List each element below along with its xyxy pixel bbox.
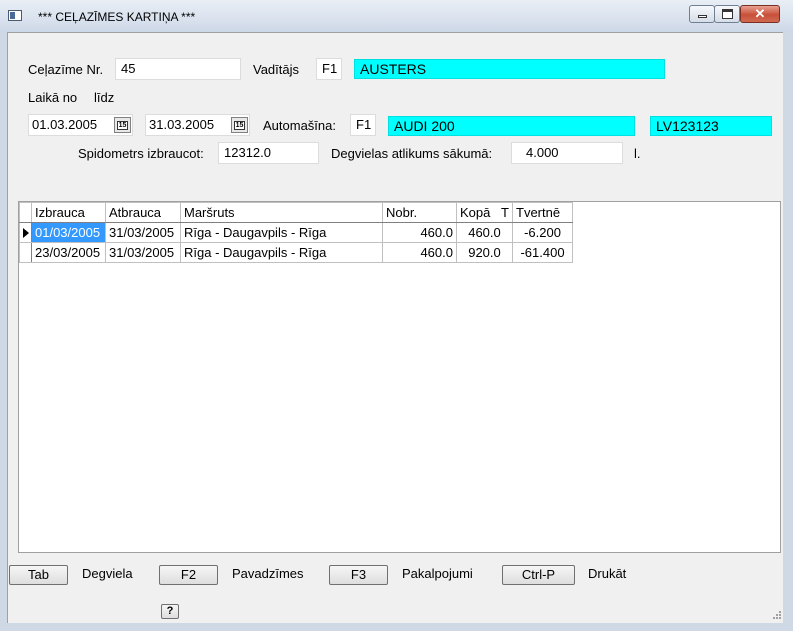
maximize-button[interactable] bbox=[714, 5, 740, 23]
column-header-atbrauca[interactable]: Atbrauca bbox=[105, 202, 181, 223]
column-header-izbrauca[interactable]: Izbrauca bbox=[31, 202, 106, 223]
minimize-icon bbox=[698, 15, 707, 18]
cell-atbrauca[interactable]: 31/03/2005 bbox=[105, 222, 181, 243]
row-indicator-header bbox=[19, 202, 32, 223]
close-icon: ✕ bbox=[754, 6, 766, 21]
app-window-icon[interactable] bbox=[8, 10, 22, 21]
column-header-kopa[interactable]: Kopā T bbox=[456, 202, 513, 223]
car-label: Automašīna: bbox=[263, 118, 336, 133]
minimize-button[interactable] bbox=[689, 5, 715, 23]
cell-marsruts[interactable]: Rīga - Daugavpils - Rīga bbox=[180, 222, 383, 243]
current-row-arrow-icon bbox=[23, 228, 29, 238]
odometer-input[interactable]: 12312.0 bbox=[218, 142, 319, 164]
row-indicator bbox=[19, 222, 32, 243]
cell-nobr[interactable]: 460.0 bbox=[382, 222, 457, 243]
period-to-label: līdz bbox=[94, 90, 115, 105]
calendar-icon: 15 bbox=[234, 121, 245, 130]
column-header-kopa-label: Kopā bbox=[460, 205, 491, 220]
ctrl-p-print-button[interactable]: Ctrl-P bbox=[502, 565, 575, 585]
column-header-marsruts[interactable]: Maršruts bbox=[180, 202, 383, 223]
fuel-start-label: Degvielas atlikums sākumā: bbox=[331, 146, 493, 161]
cell-nobr[interactable]: 460.0 bbox=[382, 242, 457, 263]
calendar-icon: 15 bbox=[117, 121, 128, 130]
trip-number-input[interactable]: 45 bbox=[115, 58, 241, 80]
car-name-field: AUDI 200 bbox=[388, 116, 635, 136]
help-button[interactable]: ? bbox=[161, 604, 179, 619]
date-to-value: 31.03.2005 bbox=[149, 117, 215, 132]
table-row[interactable]: 23/03/2005 31/03/2005 Rīga - Daugavpils … bbox=[19, 242, 573, 263]
f3-services-button[interactable]: F3 bbox=[329, 565, 388, 585]
column-header-t-label: T bbox=[501, 205, 509, 220]
column-header-tvertne[interactable]: Tvertnē bbox=[512, 202, 573, 223]
calendar-button[interactable]: 15 bbox=[114, 117, 131, 133]
tab-fuel-button[interactable]: Tab bbox=[9, 565, 68, 585]
print-button-label: Drukāt bbox=[588, 566, 627, 581]
driver-label: Vadītājs bbox=[253, 62, 300, 77]
window-frame-right bbox=[783, 32, 793, 631]
row-indicator bbox=[19, 242, 32, 263]
date-from-value: 01.03.2005 bbox=[32, 117, 98, 132]
f2-invoices-button[interactable]: F2 bbox=[159, 565, 218, 585]
cell-kopa[interactable]: 460.0 bbox=[456, 222, 513, 243]
window-frame-left bbox=[0, 32, 7, 631]
cell-izbrauca[interactable]: 23/03/2005 bbox=[31, 242, 106, 263]
car-code-input[interactable]: F1 bbox=[350, 114, 376, 136]
cell-izbrauca[interactable]: 01/03/2005 bbox=[31, 222, 106, 243]
fuel-unit-label: l. bbox=[634, 146, 641, 161]
car-plate-field: LV123123 bbox=[650, 116, 772, 136]
driver-name-field: AUSTERS bbox=[354, 59, 665, 79]
resize-grip-icon[interactable] bbox=[770, 610, 782, 622]
table-row[interactable]: 01/03/2005 31/03/2005 Rīga - Daugavpils … bbox=[19, 222, 573, 243]
period-from-label: Laikā no bbox=[28, 90, 78, 105]
fuel-button-label: Degviela bbox=[82, 566, 133, 581]
odometer-label: Spidometrs izbraucot: bbox=[78, 146, 204, 161]
cell-atbrauca[interactable]: 31/03/2005 bbox=[105, 242, 181, 263]
invoices-button-label: Pavadzīmes bbox=[232, 566, 304, 581]
cell-tvertne[interactable]: -6.200 bbox=[512, 222, 573, 243]
date-from-picker[interactable]: 01.03.2005 15 bbox=[28, 114, 133, 136]
trip-number-label: Ceļazīme Nr. bbox=[28, 62, 104, 77]
services-button-label: Pakalpojumi bbox=[402, 566, 473, 581]
table-header-row: Izbrauca Atbrauca Maršruts Nobr. Kopā T … bbox=[19, 202, 573, 223]
window-frame-bottom bbox=[0, 623, 793, 631]
window-title: *** CEĻAZĪMES KARTIŅA *** bbox=[38, 10, 196, 24]
cell-tvertne[interactable]: -61.400 bbox=[512, 242, 573, 263]
title-bar[interactable]: *** CEĻAZĪMES KARTIŅA *** ✕ bbox=[0, 0, 793, 33]
trips-grid[interactable]: Izbrauca Atbrauca Maršruts Nobr. Kopā T … bbox=[18, 201, 781, 553]
driver-code-input[interactable]: F1 bbox=[316, 58, 342, 80]
trips-table: Izbrauca Atbrauca Maršruts Nobr. Kopā T … bbox=[19, 202, 573, 263]
calendar-button[interactable]: 15 bbox=[231, 117, 248, 133]
close-button[interactable]: ✕ bbox=[740, 5, 780, 23]
cell-kopa[interactable]: 920.0 bbox=[456, 242, 513, 263]
maximize-icon bbox=[722, 9, 733, 19]
fuel-start-input[interactable]: 4.000 bbox=[511, 142, 623, 164]
cell-marsruts[interactable]: Rīga - Daugavpils - Rīga bbox=[180, 242, 383, 263]
column-header-nobr[interactable]: Nobr. bbox=[382, 202, 457, 223]
date-to-picker[interactable]: 31.03.2005 15 bbox=[145, 114, 250, 136]
